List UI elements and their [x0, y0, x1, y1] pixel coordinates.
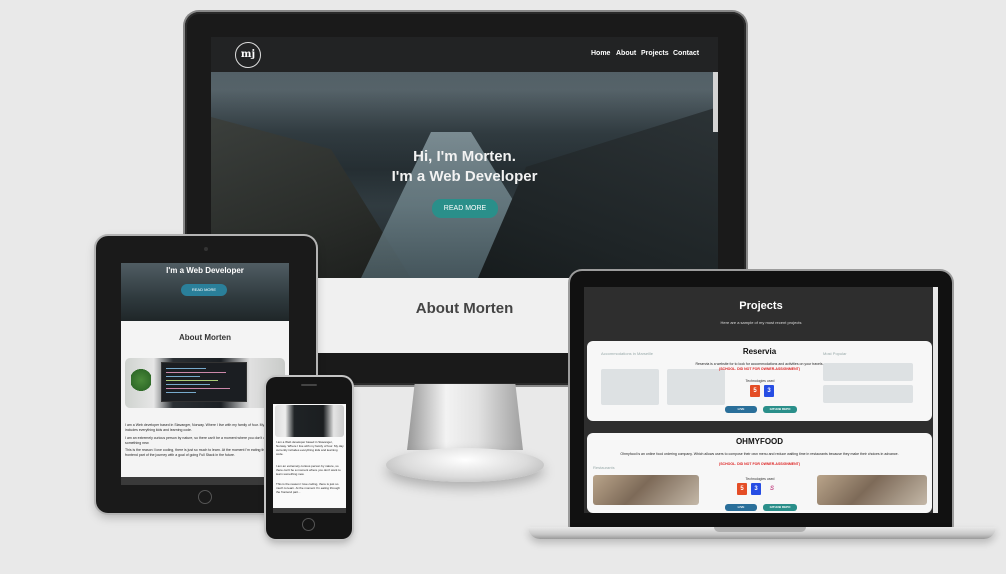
projects-title: Projects: [739, 300, 783, 312]
monitor-base: [386, 448, 544, 482]
css3-icon: 3: [764, 385, 774, 397]
phone-home-button: [302, 518, 315, 531]
nav-home[interactable]: Home: [591, 50, 610, 57]
ohmyfood-title: OHMYFOOD: [735, 437, 784, 446]
ghost-card: [601, 369, 659, 405]
tablet-about-title: About Morten: [179, 333, 231, 342]
laptop-screen: Projects Here are a sample of my most re…: [584, 287, 938, 513]
restaurant-thumb: [817, 475, 927, 505]
ohmyfood-description: Ohmyfood is an online food ordering comp…: [620, 452, 899, 456]
tablet-home-button: [198, 490, 212, 504]
reservia-note: (SCHOOL. DID NOT FOR OWNER-ASSIGNMENT): [719, 367, 800, 371]
hero-cliff-right: [478, 107, 718, 278]
plant-image: [131, 368, 151, 392]
scrollbar[interactable]: [713, 72, 718, 132]
ohmyfood-note: (SCHOOL. DID NOT FOR OWNER-ASSIGNMENT): [719, 462, 800, 466]
ghost-card: [667, 369, 725, 405]
tablet-footer: [121, 477, 289, 485]
tablet-about-para-2: I am an extremely curious person by natu…: [125, 436, 284, 445]
navbar: mj Home About Projects Contact: [211, 37, 718, 72]
html5-icon: 5: [737, 483, 747, 495]
reservia-live-button[interactable]: LIVE: [725, 406, 757, 413]
tablet-about-para-1: I am a Web developer based in Stavanger,…: [125, 423, 286, 432]
nav-contact[interactable]: Contact: [673, 50, 699, 57]
reservia-github-button[interactable]: GITHUB REPO: [763, 406, 797, 413]
monitor-stand: [407, 384, 523, 450]
laptop-code-image: [161, 362, 247, 402]
nav-projects[interactable]: Projects: [641, 50, 669, 57]
read-more-button[interactable]: READ MORE: [432, 199, 498, 218]
tablet-read-more-button[interactable]: READ MORE: [181, 284, 227, 296]
phone-screen: I am a Web developer based in Stavanger,…: [273, 404, 346, 513]
phone-about-para-3: This is the reason I love coding, there …: [276, 482, 340, 494]
reservia-tech-label: Technologies used: [745, 379, 775, 383]
project-card-ohmyfood: Restaurants OHMYFOOD Ohmyfood is an onli…: [587, 433, 932, 513]
tablet-screen: I'm a Web Developer READ MORE About Mort…: [121, 263, 289, 485]
phone-footer: [273, 508, 346, 513]
tablet-hero: I'm a Web Developer READ MORE: [121, 263, 289, 321]
sass-icon: S: [769, 486, 774, 492]
reservia-description: Reservia is a website for to look for ac…: [695, 362, 824, 366]
hero-role: I'm a Web Developer: [391, 168, 538, 185]
phone-about-para-2: I am an extremely curious person by natu…: [276, 464, 341, 476]
reservia-title: Reservia: [742, 347, 777, 356]
html5-icon: 5: [750, 385, 760, 397]
ohmyfood-github-button[interactable]: GITHUB REPO: [763, 504, 797, 511]
ghost-card: [823, 385, 913, 403]
tablet-camera: [204, 247, 208, 251]
ohmyfood-tech-label: Technologies used: [745, 477, 775, 481]
logo[interactable]: mj: [235, 42, 261, 68]
ohmyfood-live-button[interactable]: LIVE: [725, 504, 757, 511]
hero-greeting: Hi, I'm Morten.: [413, 148, 516, 165]
nav-about[interactable]: About: [616, 50, 636, 57]
restaurant-thumb: [593, 475, 699, 505]
laptop-notch: [714, 527, 806, 532]
phone-about-image: [275, 405, 344, 437]
phone-about-para-1: I am a Web developer based in Stavanger,…: [276, 440, 344, 456]
projects-subtitle: Here are a sample of my most recent proj…: [720, 320, 802, 325]
tablet-hero-title: I'm a Web Developer: [166, 266, 244, 275]
tablet-about-para-3: This is the reason I love coding, there …: [125, 448, 280, 457]
laptop-scrollbar[interactable]: [933, 287, 938, 513]
project-card-reservia: Accommodations in Marseille Most Popular…: [587, 341, 932, 421]
phone-speaker: [301, 384, 317, 386]
css3-icon: 3: [751, 483, 761, 495]
